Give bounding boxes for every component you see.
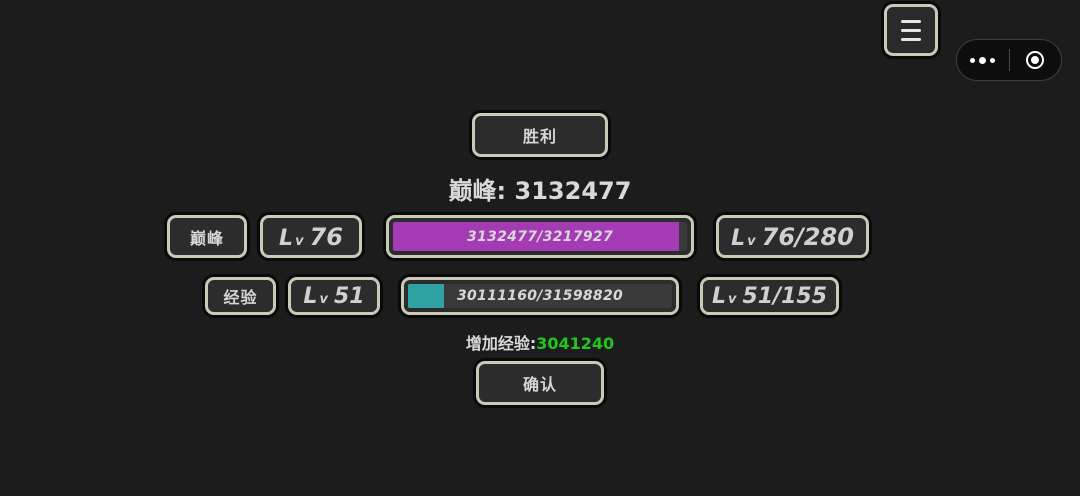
lv-sub: v bbox=[319, 291, 328, 307]
target-circle-icon[interactable] bbox=[1009, 40, 1061, 80]
confirm-label: 确认 bbox=[522, 375, 557, 394]
exp-progress-text: 30111160/31598820 bbox=[456, 288, 624, 304]
exp-gain: 增加经验:3041240 bbox=[400, 330, 680, 353]
lv-sub: v bbox=[727, 291, 737, 307]
exp-level-value: 51 bbox=[333, 283, 365, 309]
exp-label-box: 经验 bbox=[205, 277, 276, 315]
menu-button[interactable] bbox=[884, 4, 938, 56]
result-label: 胜利 bbox=[522, 127, 557, 146]
lv-prefix: L bbox=[711, 283, 726, 309]
exp-level: Lv 51 bbox=[303, 284, 364, 309]
peak-cap-box: Lv 76/280 bbox=[716, 215, 869, 258]
peak-total: 巅峰: 3132477 bbox=[400, 171, 680, 205]
confirm-button[interactable]: 确认 bbox=[476, 361, 604, 405]
exp-progress-bar: 30111160/31598820 bbox=[408, 284, 672, 308]
peak-level-box: Lv 76 bbox=[260, 215, 362, 258]
result-banner: 胜利 bbox=[472, 113, 608, 157]
peak-cap: Lv 76/280 bbox=[731, 223, 854, 251]
peak-label-box: 巅峰 bbox=[167, 215, 247, 258]
lv-prefix: L bbox=[303, 283, 318, 309]
exp-gain-value: 3041240 bbox=[536, 334, 615, 353]
peak-level: Lv 76 bbox=[279, 223, 343, 251]
peak-progress-box: 3132477/3217927 bbox=[386, 215, 694, 258]
peak-cap-value: 76/280 bbox=[761, 222, 854, 251]
menu-icon bbox=[901, 20, 921, 23]
lv-sub: v bbox=[747, 233, 756, 249]
exp-cap-box: Lv 51/155 bbox=[700, 277, 839, 315]
exp-progress-box: 30111160/31598820 bbox=[401, 277, 679, 315]
lv-sub: v bbox=[295, 233, 304, 249]
more-dots-icon[interactable] bbox=[957, 40, 1009, 80]
peak-label: 巅峰 bbox=[189, 228, 224, 248]
menu-icon-line bbox=[901, 38, 921, 41]
peak-level-value: 76 bbox=[309, 222, 343, 251]
menu-icon-line bbox=[901, 29, 921, 32]
exp-label: 经验 bbox=[223, 288, 258, 307]
capsule-menu bbox=[956, 39, 1062, 81]
peak-progress-text: 3132477/3217927 bbox=[467, 228, 613, 245]
exp-cap-value: 51/155 bbox=[742, 283, 828, 309]
exp-level-box: Lv 51 bbox=[288, 277, 380, 315]
peak-total-value: 3132477 bbox=[514, 177, 632, 205]
peak-total-label: 巅峰: bbox=[448, 177, 507, 205]
exp-cap: Lv 51/155 bbox=[712, 284, 827, 309]
peak-progress-bar: 3132477/3217927 bbox=[393, 222, 687, 251]
lv-prefix: L bbox=[279, 225, 294, 251]
exp-gain-label: 增加经验: bbox=[465, 334, 537, 353]
lv-prefix: L bbox=[731, 225, 746, 251]
